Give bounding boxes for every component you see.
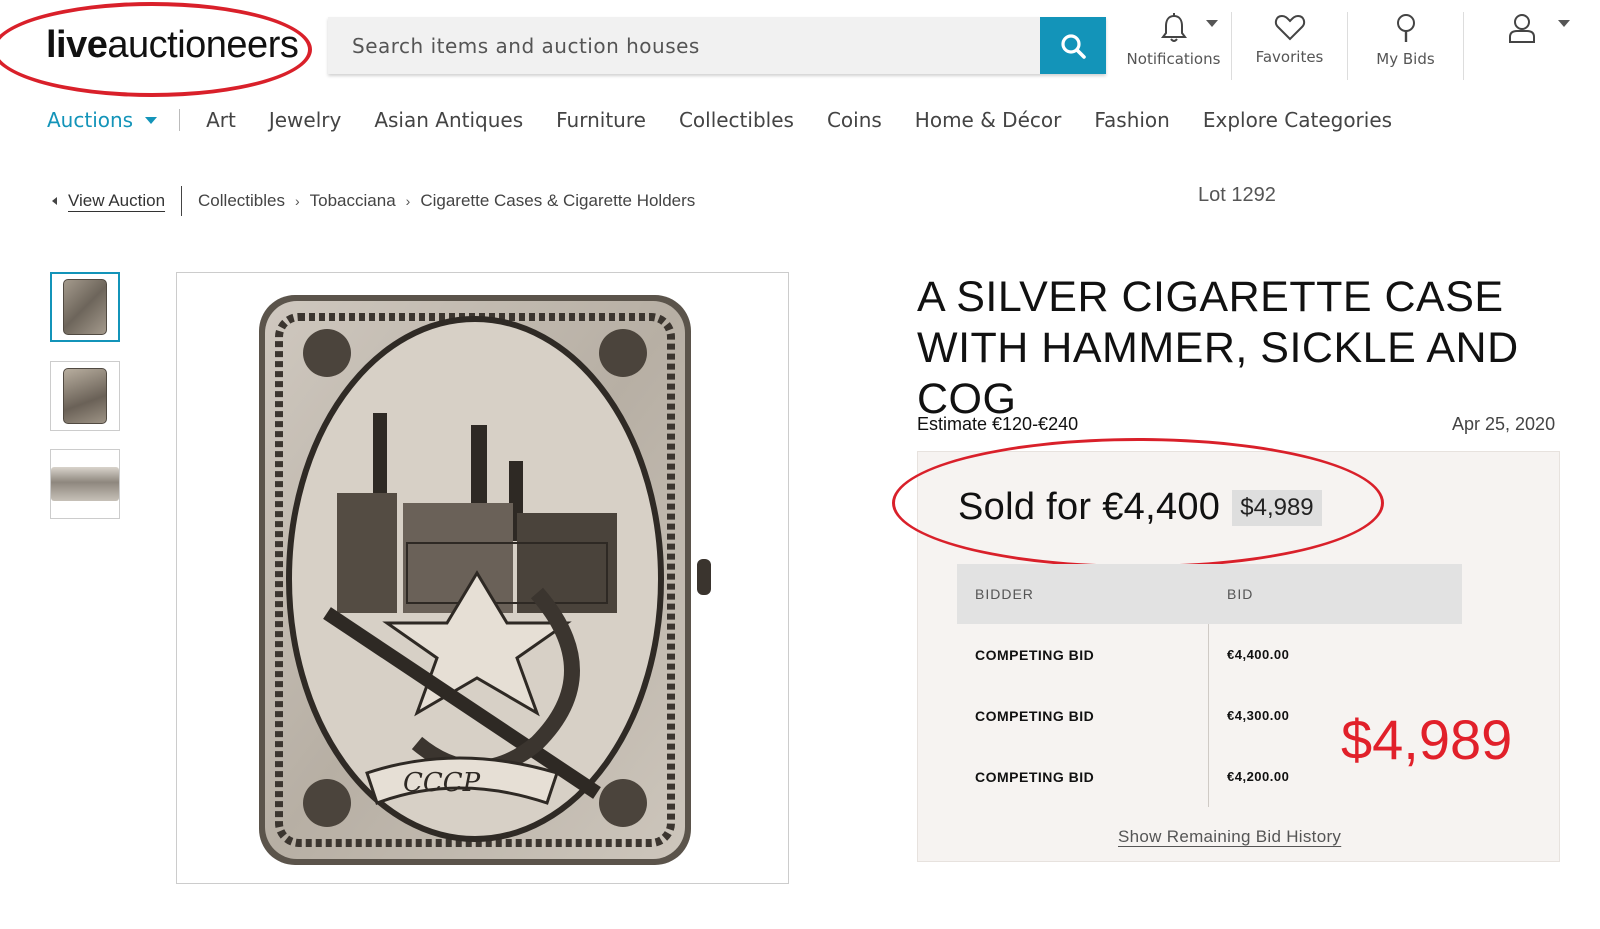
my-bids-button[interactable]: My Bids [1348,12,1464,80]
nav-explore-categories[interactable]: Explore Categories [1203,108,1392,132]
nav-auctions-label: Auctions [47,108,134,132]
account-button[interactable] [1464,12,1580,80]
lot-number: Lot 1292 [1198,184,1276,206]
sold-annotation-circle [892,438,1384,568]
notifications-caret-icon [1206,20,1218,27]
thumbnail-image [63,279,107,335]
nav-asian-antiques[interactable]: Asian Antiques [374,108,523,132]
cigarette-case-image: CCCP [259,295,711,865]
logo-annotation-circle [0,2,312,97]
nav-jewelry[interactable]: Jewelry [269,108,341,132]
table-row: COMPETING BID €4,400.00 [957,624,1462,685]
usd-annotation: $4,989 [1341,708,1513,771]
sold-panel: Sold for €4,400 $4,989 BIDDER BID COMPET… [892,438,1560,862]
favorites-button[interactable]: Favorites [1232,12,1348,80]
logo-area[interactable]: liveauctioneers [0,0,316,100]
breadcrumb-cigarette-cases[interactable]: Cigarette Cases & Cigarette Holders [420,191,695,211]
bid-paddle-icon [1396,14,1415,42]
bidder-cell: COMPETING BID [957,624,1209,685]
bell-icon [1160,13,1187,42]
nav-art[interactable]: Art [206,108,236,132]
category-nav: Auctions Art Jewelry Asian Antiques Furn… [47,108,1425,132]
bidder-cell: COMPETING BID [957,746,1209,807]
search-button[interactable] [1040,17,1106,74]
search-icon [1061,33,1086,59]
estimate: Estimate €120-€240 [917,414,1079,434]
nav-collectibles[interactable]: Collectibles [679,108,794,132]
chevron-down-icon [145,116,158,124]
bid-amount-cell: €4,300.00 [1227,708,1290,723]
thumbnail-image [51,467,119,501]
nav-home-decor[interactable]: Home & Décor [915,108,1062,132]
search-bar [328,17,1106,74]
thumbnail-front[interactable] [50,272,120,342]
thumbnail-back[interactable] [50,361,120,431]
thumbnail-side[interactable] [50,449,120,519]
breadcrumb-divider [181,186,183,216]
search-input[interactable] [328,17,1040,74]
favorites-label: Favorites [1255,48,1324,66]
item-title: A SILVER CIGARETTE CASE WITH HAMMER, SIC… [917,273,1519,423]
bid-amount-cell: €4,200.00 [1227,769,1290,784]
auction-date: Apr 25, 2020 [1452,414,1556,434]
show-bid-history-link[interactable]: Show Remaining Bid History [1118,827,1341,847]
breadcrumb: View Auction Collectibles › Tobacciana ›… [52,186,695,216]
user-icon [1509,14,1535,43]
heart-icon [1274,14,1305,41]
back-caret-icon [52,197,57,205]
notifications-label: Notifications [1126,50,1221,68]
my-bids-label: My Bids [1376,50,1435,68]
nav-coins[interactable]: Coins [827,108,882,132]
nav-divider [179,109,181,131]
bid-column-header: BID [1227,586,1254,602]
breadcrumb-tobacciana[interactable]: Tobacciana [310,191,396,211]
thumbnail-image [63,368,107,424]
bid-amount-cell: €4,400.00 [1227,647,1290,662]
bidder-cell: COMPETING BID [957,685,1209,746]
chevron-right-icon: › [405,193,411,209]
bidder-column-header: BIDDER [975,586,1034,602]
header-nav: Notifications Favorites My Bids [1116,12,1580,80]
nav-fashion[interactable]: Fashion [1094,108,1170,132]
bid-table-header: BIDDER BID [957,564,1462,624]
view-auction-link[interactable]: View Auction [68,191,165,211]
nav-auctions[interactable]: Auctions [47,108,158,132]
account-caret-icon [1558,20,1570,27]
nav-furniture[interactable]: Furniture [556,108,646,132]
notifications-button[interactable]: Notifications [1116,12,1232,80]
engraving-text: CCCP [403,768,481,798]
main-item-image[interactable]: CCCP [176,272,789,884]
chevron-right-icon: › [294,193,300,209]
breadcrumb-collectibles[interactable]: Collectibles [198,191,285,211]
